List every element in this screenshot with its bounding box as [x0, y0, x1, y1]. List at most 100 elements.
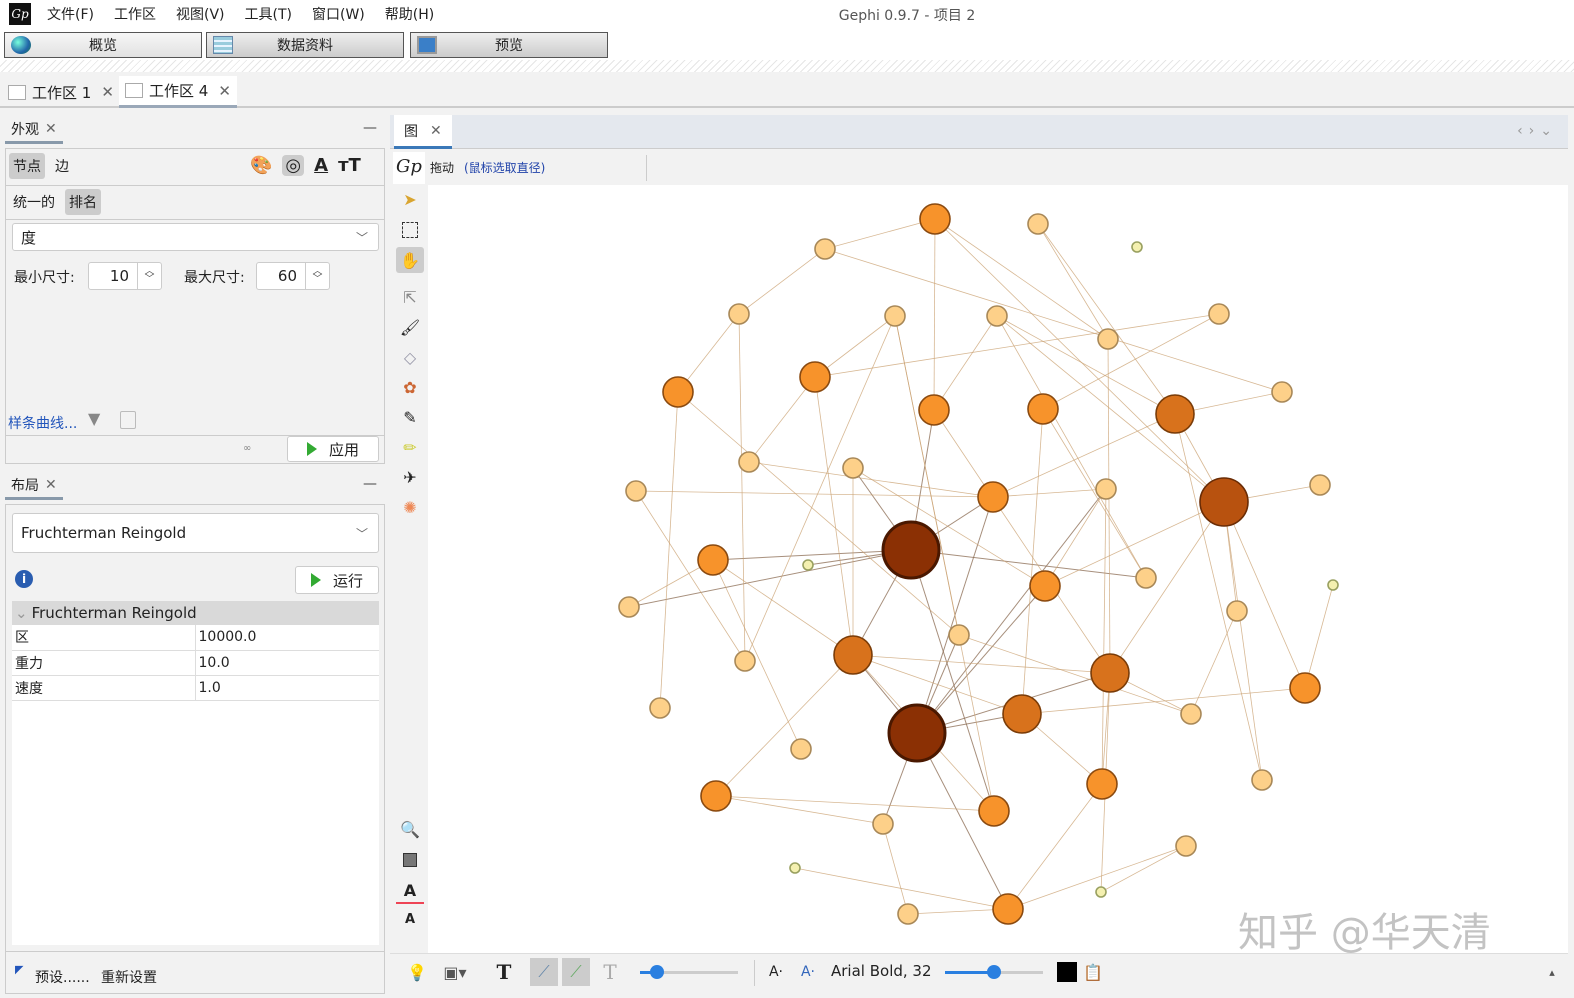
graph-node[interactable] — [618, 596, 640, 618]
link-icon[interactable]: ∞ — [243, 443, 251, 454]
clipboard-icon[interactable]: 📋 — [1082, 958, 1104, 986]
ranking-attribute-select[interactable]: 度 ﹀ — [12, 223, 379, 251]
graph-node[interactable] — [1095, 886, 1107, 898]
info-icon[interactable]: i — [15, 570, 33, 588]
close-icon[interactable]: ✕ — [218, 82, 231, 100]
close-icon[interactable]: ✕ — [45, 121, 57, 137]
tab-appearance[interactable]: 外观 ✕ — [5, 116, 63, 144]
edges-visible-icon[interactable]: ⟋ — [530, 958, 558, 986]
graph-node[interactable] — [1131, 241, 1143, 253]
graph-node[interactable] — [1097, 328, 1119, 350]
graph-node[interactable] — [697, 544, 729, 576]
label-font-color-icon[interactable]: A· — [797, 958, 819, 986]
graph-node[interactable] — [1086, 768, 1118, 800]
ranking-tab[interactable]: 排名 — [65, 189, 101, 215]
property-row[interactable]: 速度 1.0 — [12, 675, 379, 701]
graph-node[interactable] — [1002, 694, 1042, 734]
label-size-slider[interactable] — [945, 965, 1043, 979]
drag-hand-icon[interactable]: ✋ — [396, 247, 424, 273]
edge-weight-slider[interactable] — [640, 965, 738, 979]
graph-node[interactable] — [1309, 474, 1331, 496]
highlighter-icon[interactable]: ✏ — [396, 434, 424, 460]
graph-node[interactable] — [1029, 570, 1061, 602]
minimize-button[interactable]: — — [363, 120, 377, 136]
tab-layout[interactable]: 布局 ✕ — [5, 472, 63, 500]
copy-icon[interactable] — [120, 411, 136, 429]
presets-button[interactable]: 预设...... — [35, 967, 90, 987]
tab-nav-arrows[interactable]: ‹›⌄ — [1517, 123, 1558, 139]
rectangle-select-icon[interactable] — [396, 217, 424, 243]
workspace-tab-4[interactable]: 工作区 4 ✕ — [119, 76, 237, 108]
graph-node[interactable] — [887, 703, 947, 763]
graph-node[interactable] — [1027, 213, 1049, 235]
graph-node[interactable] — [1155, 394, 1195, 434]
diamond-icon[interactable]: ◇ — [396, 344, 424, 370]
select-pointer-icon[interactable]: ➤ — [396, 186, 424, 212]
graph-node[interactable] — [790, 738, 812, 760]
sun-icon[interactable]: ✺ — [396, 494, 424, 520]
graph-node[interactable] — [1208, 303, 1230, 325]
workspace-tab-1[interactable]: 工作区 1 ✕ — [2, 76, 120, 108]
graph-node[interactable] — [842, 457, 864, 479]
graph-node[interactable] — [789, 862, 801, 874]
graph-node[interactable] — [649, 697, 671, 719]
property-row[interactable]: 重力 10.0 — [12, 650, 379, 676]
graph-node[interactable] — [977, 481, 1009, 513]
graph-node[interactable] — [918, 394, 950, 426]
graph-node[interactable] — [948, 624, 970, 646]
property-value[interactable]: 10.0 — [195, 650, 379, 676]
graph-node[interactable] — [1175, 835, 1197, 857]
zoom-fit-icon[interactable]: 🔍 — [396, 816, 424, 842]
brush-icon[interactable]: 🖌 — [396, 314, 424, 340]
graph-node[interactable] — [872, 813, 894, 835]
property-row[interactable]: 区 10000.0 — [12, 625, 379, 651]
graph-node[interactable] — [1251, 769, 1273, 791]
graph-node[interactable] — [1226, 600, 1248, 622]
graph-node[interactable] — [662, 376, 694, 408]
graph-node[interactable] — [728, 303, 750, 325]
graph-node[interactable] — [802, 559, 814, 571]
label-color-icon[interactable]: A — [314, 155, 328, 176]
graph-node[interactable] — [1271, 381, 1293, 403]
graph-node[interactable] — [986, 305, 1008, 327]
background-color-icon[interactable] — [396, 847, 424, 873]
min-size-spinner[interactable]: 10 ︿ ﹀ — [88, 262, 162, 290]
graph-node[interactable] — [884, 305, 906, 327]
close-icon[interactable]: ✕ — [430, 123, 442, 139]
color-picker-icon[interactable]: ✿ — [396, 374, 424, 400]
graph-node[interactable] — [992, 893, 1024, 925]
graph-node[interactable] — [881, 520, 941, 580]
spinner-arrows-icon[interactable]: ︿ ﹀ — [137, 263, 161, 289]
property-section-header[interactable]: ⌄ Fruchterman Reingold — [12, 601, 379, 625]
tab-graph[interactable]: 图 ✕ — [394, 115, 452, 149]
expand-icon[interactable]: ▴ — [1542, 958, 1562, 986]
uniform-tab[interactable]: 统一的 — [9, 189, 59, 215]
graph-node[interactable] — [1289, 672, 1321, 704]
light-bulb-icon[interactable]: 💡 — [406, 958, 428, 986]
property-value[interactable]: 10000.0 — [195, 625, 379, 651]
layout-algorithm-select[interactable]: Fruchterman Reingold ﹀ — [12, 513, 379, 553]
minimize-button[interactable]: — — [363, 476, 377, 492]
graph-node[interactable] — [978, 795, 1010, 827]
font-setting-label[interactable]: Arial Bold, 32 — [831, 962, 932, 980]
graph-node[interactable] — [799, 361, 831, 393]
edit-pointer-icon[interactable]: ⇱ — [396, 284, 424, 310]
filter-icon[interactable]: ▼ — [88, 409, 100, 428]
airplane-icon[interactable]: ✈ — [396, 464, 424, 490]
font-icon[interactable]: A· — [765, 958, 787, 986]
apply-button[interactable]: 应用 — [287, 436, 379, 462]
graph-node[interactable] — [919, 203, 951, 235]
data-laboratory-button[interactable]: 数据资料 — [206, 32, 404, 58]
edge-color-icon[interactable]: ⟋ — [562, 958, 590, 986]
graph-node[interactable] — [1090, 653, 1130, 693]
spline-link[interactable]: 样条曲线... — [8, 413, 77, 433]
graph-node[interactable] — [1327, 579, 1339, 591]
graph-node[interactable] — [814, 238, 836, 260]
edge-labels-icon[interactable]: T — [598, 958, 622, 986]
graph-canvas[interactable] — [428, 185, 1568, 953]
graph-node[interactable] — [1027, 393, 1059, 425]
graph-node[interactable] — [833, 635, 873, 675]
graph-node[interactable] — [1095, 478, 1117, 500]
font-size-icon[interactable]: A — [396, 906, 424, 932]
label-size-icon[interactable]: тT — [338, 155, 361, 176]
